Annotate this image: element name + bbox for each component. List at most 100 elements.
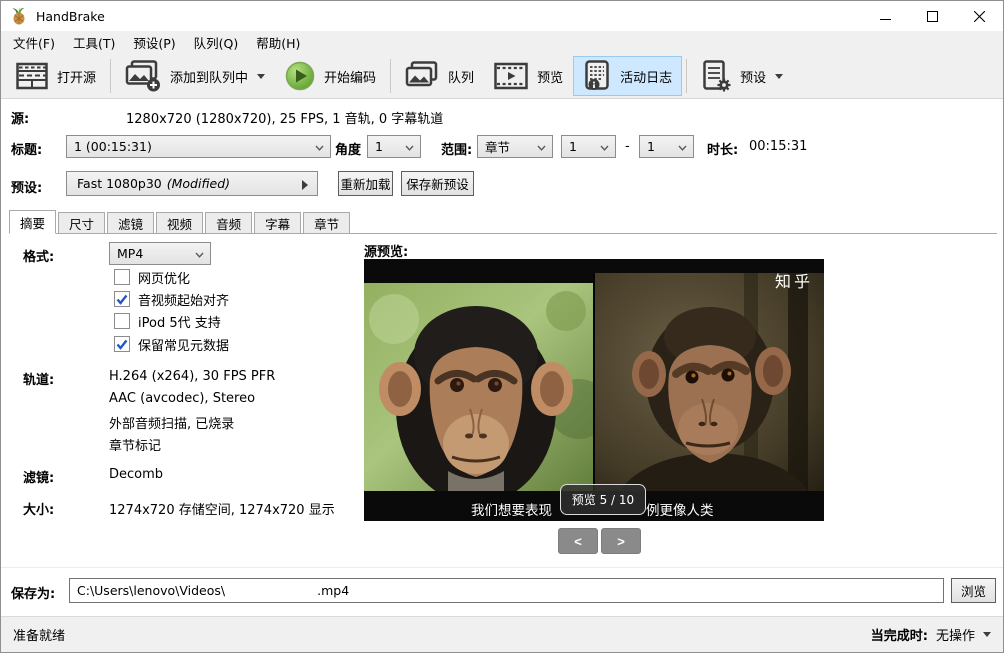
menu-bar: 文件(F) 工具(T) 预设(P) 队列(Q) 帮助(H) bbox=[1, 31, 1003, 54]
preview-next-button[interactable]: > bbox=[601, 528, 641, 554]
tab-chapters[interactable]: 章节 bbox=[303, 212, 350, 233]
checkbox-ipod-support[interactable]: iPod 5代 支持 bbox=[114, 312, 221, 330]
toolbar-separator bbox=[686, 59, 687, 93]
menu-file[interactable]: 文件(F) bbox=[4, 30, 64, 55]
handbrake-logo-icon bbox=[10, 7, 28, 25]
range-to-select[interactable]: 1 bbox=[639, 135, 694, 158]
save-path-value: C:\Users\lenovo\Videos\ bbox=[77, 583, 225, 598]
tracks-label: 轨道: bbox=[23, 369, 54, 388]
title-bar: HandBrake bbox=[1, 1, 1003, 31]
checkbox-av-align[interactable]: 音视频起始对齐 bbox=[114, 290, 229, 308]
chevron-right-icon bbox=[302, 180, 308, 190]
chevron-down-icon bbox=[537, 145, 546, 151]
track-line: 章节标记 bbox=[109, 435, 161, 454]
reload-preset-button[interactable]: 重新加载 bbox=[338, 171, 393, 196]
checkbox-label: 网页优化 bbox=[138, 268, 190, 287]
format-select[interactable]: MP4 bbox=[109, 242, 211, 265]
preset-document-gear-icon bbox=[701, 60, 731, 92]
angle-select[interactable]: 1 bbox=[367, 135, 421, 158]
minimize-icon bbox=[880, 11, 891, 22]
presets-toolbar-label: 预设 bbox=[740, 67, 766, 86]
range-separator: - bbox=[625, 139, 630, 154]
chevron-down-icon bbox=[600, 145, 609, 151]
activity-log-button[interactable]: 活动日志 bbox=[573, 56, 682, 96]
open-source-label: 打开源 bbox=[57, 67, 96, 86]
duration-value: 00:15:31 bbox=[749, 139, 807, 154]
tab-audio[interactable]: 音频 bbox=[205, 212, 252, 233]
close-icon bbox=[974, 11, 985, 22]
menu-queue[interactable]: 队列(Q) bbox=[185, 30, 248, 55]
checkbox-box bbox=[114, 291, 130, 307]
open-source-button[interactable]: 打开源 bbox=[6, 56, 106, 96]
preview-button[interactable]: 预览 bbox=[484, 56, 573, 96]
checkbox-keep-metadata[interactable]: 保留常见元数据 bbox=[114, 335, 229, 353]
size-value: 1274x720 存储空间, 1274x720 显示 bbox=[109, 499, 335, 518]
when-done-label: 当完成时: bbox=[871, 625, 928, 644]
start-encode-button[interactable]: 开始编码 bbox=[275, 56, 386, 96]
chevron-down-icon bbox=[983, 632, 991, 637]
chevron-down-icon bbox=[315, 145, 324, 151]
tab-subtitles[interactable]: 字幕 bbox=[254, 212, 301, 233]
track-line: 外部音频扫描, 已烧录 bbox=[109, 413, 234, 432]
source-info: 1280x720 (1280x720), 25 FPS, 1 音轨, 0 字幕轨… bbox=[126, 108, 443, 127]
checkbox-label: 保留常见元数据 bbox=[138, 335, 229, 354]
range-from-select[interactable]: 1 bbox=[561, 135, 616, 158]
menu-presets[interactable]: 预设(P) bbox=[124, 30, 184, 55]
activity-log-label: 活动日志 bbox=[620, 67, 672, 86]
minimize-button[interactable] bbox=[862, 1, 909, 31]
range-type-select[interactable]: 章节 bbox=[477, 135, 553, 158]
handbrake-window: HandBrake 文件(F) 工具(T) 预设(P) 队列(Q) 帮助(H) bbox=[0, 0, 1004, 653]
preview-label: 预览 bbox=[537, 67, 563, 86]
chevron-down-icon bbox=[257, 74, 265, 79]
queue-stack-icon bbox=[405, 61, 439, 91]
track-line: AAC (avcodec), Stereo bbox=[109, 391, 255, 406]
track-line: H.264 (x264), 30 FPS PFR bbox=[109, 369, 275, 384]
menu-tools[interactable]: 工具(T) bbox=[64, 30, 124, 55]
maximize-button[interactable] bbox=[909, 1, 956, 31]
window-controls bbox=[862, 1, 1003, 31]
checkbox-web-optimized[interactable]: 网页优化 bbox=[114, 268, 190, 286]
close-button[interactable] bbox=[956, 1, 1003, 31]
divider bbox=[1, 567, 1003, 568]
tab-video[interactable]: 视频 bbox=[156, 212, 203, 233]
save-as-label: 保存为: bbox=[11, 583, 55, 602]
range-to-value: 1 bbox=[647, 139, 655, 154]
title-label: 标题: bbox=[11, 139, 42, 158]
tab-filters[interactable]: 滤镜 bbox=[107, 212, 154, 233]
source-preview-image: 知乎 我们想要表现 例更像人类 预览 5 / 10 bbox=[364, 259, 824, 521]
checkbox-box bbox=[114, 269, 130, 285]
preset-modified-flag: (Modified) bbox=[167, 176, 230, 191]
status-bar: 准备就绪 当完成时: 无操作 bbox=[1, 616, 1003, 652]
settings-tab-strip: 摘要 尺寸 滤镜 视频 音频 字幕 章节 bbox=[9, 210, 997, 234]
queue-button[interactable]: 队列 bbox=[395, 56, 484, 96]
save-path-input[interactable]: C:\Users\lenovo\Videos\ .mp4 bbox=[69, 578, 944, 603]
tab-summary[interactable]: 摘要 bbox=[9, 210, 56, 234]
maximize-icon bbox=[927, 11, 938, 22]
format-label: 格式: bbox=[23, 246, 54, 265]
checkbox-box bbox=[114, 313, 130, 329]
queue-label: 队列 bbox=[448, 67, 474, 86]
presets-toolbar-button[interactable]: 预设 bbox=[691, 56, 793, 96]
activity-log-icon bbox=[583, 60, 611, 92]
tab-dimensions[interactable]: 尺寸 bbox=[58, 212, 105, 233]
when-done-select[interactable]: 无操作 bbox=[936, 625, 975, 644]
source-preview-label: 源预览: bbox=[364, 241, 408, 260]
preset-name: Fast 1080p30 bbox=[77, 176, 162, 191]
checkbox-label: iPod 5代 支持 bbox=[138, 312, 221, 331]
range-type-value: 章节 bbox=[485, 137, 510, 156]
preview-prev-button[interactable]: < bbox=[558, 528, 598, 554]
window-title: HandBrake bbox=[36, 9, 105, 24]
browse-button[interactable]: 浏览 bbox=[951, 578, 996, 603]
add-to-queue-icon bbox=[125, 60, 161, 92]
start-encode-label: 开始编码 bbox=[324, 67, 376, 86]
save-new-preset-button[interactable]: 保存新预设 bbox=[401, 171, 474, 196]
add-to-queue-button[interactable]: 添加到队列中 bbox=[115, 56, 275, 96]
size-label: 大小: bbox=[23, 499, 54, 518]
menu-help[interactable]: 帮助(H) bbox=[247, 30, 309, 55]
preset-dropdown[interactable]: Fast 1080p30 (Modified) bbox=[66, 171, 318, 196]
preview-frame-illustration bbox=[364, 259, 824, 521]
zhihu-watermark: 知乎 bbox=[775, 268, 813, 292]
title-select[interactable]: 1 (00:15:31) bbox=[66, 135, 331, 158]
source-label: 源: bbox=[11, 108, 29, 127]
status-text: 准备就绪 bbox=[13, 625, 65, 644]
